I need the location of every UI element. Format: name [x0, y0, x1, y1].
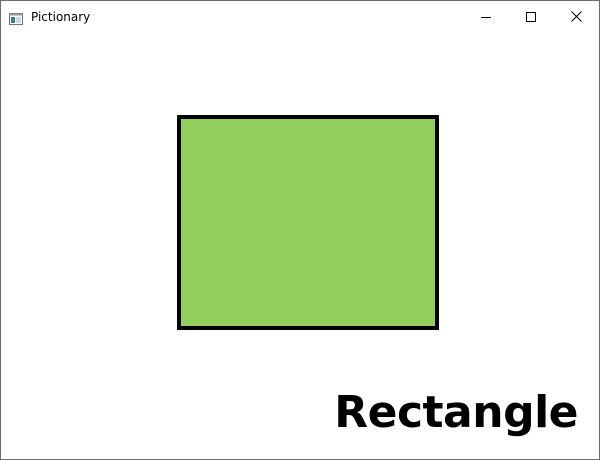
title-bar[interactable]: Pictionary	[1, 1, 599, 32]
shape-name-label: Rectangle	[334, 387, 578, 438]
app-window: Pictionary Rectangle	[0, 0, 600, 460]
window-title: Pictionary	[31, 10, 91, 24]
minimize-icon	[481, 7, 491, 26]
close-button[interactable]	[553, 1, 599, 32]
minimize-button[interactable]	[463, 1, 509, 32]
close-icon	[570, 7, 582, 26]
window-app-icon	[9, 10, 23, 25]
drawing-canvas: Rectangle	[1, 32, 599, 459]
maximize-button[interactable]	[508, 1, 554, 32]
maximize-icon	[526, 7, 536, 26]
rectangle-shape	[177, 115, 439, 330]
